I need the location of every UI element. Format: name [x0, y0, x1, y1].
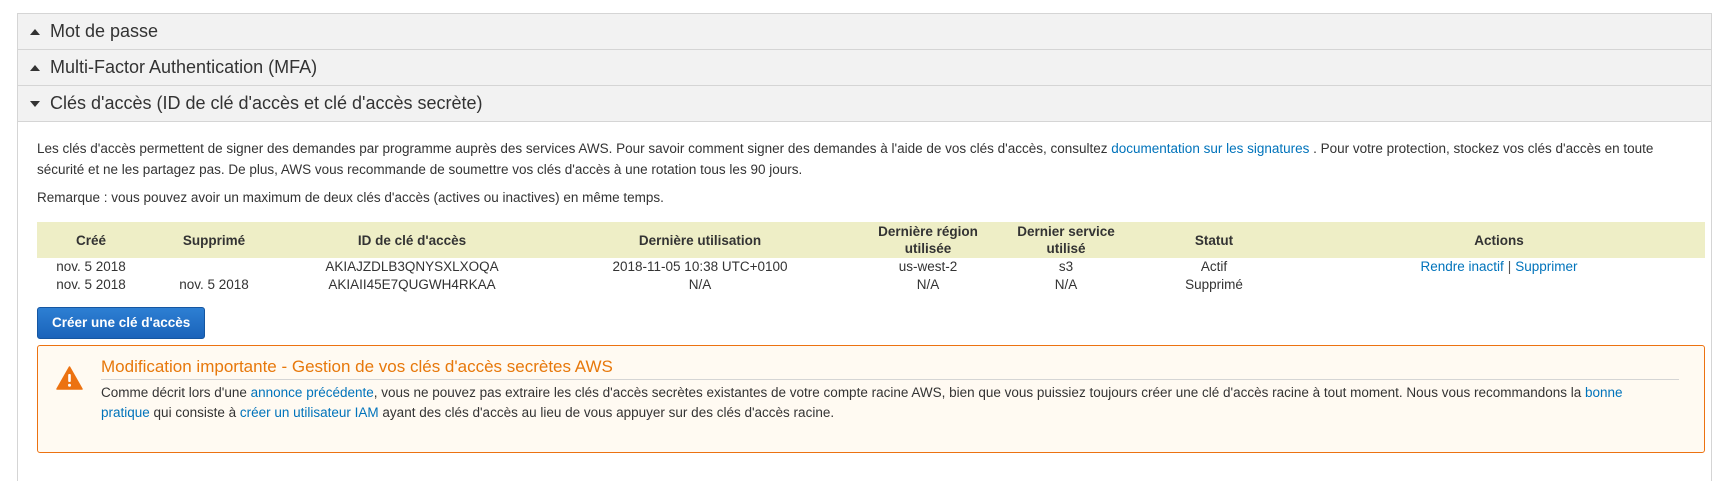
warning-alert: Modification importante - Gestion de vos…	[37, 345, 1705, 453]
cell-deleted	[145, 258, 283, 276]
col-header-last-service: Dernier service utilisé	[1017, 224, 1115, 256]
access-keys-table: Créé Supprimé ID de clé d'accès Dernière…	[37, 222, 1705, 294]
cell-last-service: N/A	[1054, 277, 1078, 292]
triangle-up-icon	[30, 64, 40, 71]
accordion-password-title: Mot de passe	[50, 21, 159, 41]
col-header-deleted: Supprimé	[182, 232, 246, 248]
triangle-down-icon	[30, 100, 40, 107]
accordion-mfa[interactable]: Multi-Factor Authentication (MFA)	[18, 50, 1711, 86]
delete-key-link[interactable]: Supprimer	[1515, 259, 1577, 274]
intro-paragraph: Les clés d'accès permettent de signer de…	[37, 138, 1692, 180]
table-row: nov. 5 2018 nov. 5 2018 AKIAII45E7QUGWH4…	[37, 276, 1705, 294]
cell-status: Actif	[1200, 259, 1228, 274]
cell-created: nov. 5 2018	[56, 259, 126, 274]
signature-docs-link[interactable]: documentation sur les signatures	[1111, 141, 1309, 156]
intro-text-1: Les clés d'accès permettent de signer de…	[37, 141, 1112, 156]
cell-last-region: us-west-2	[898, 259, 958, 274]
cell-last-region: N/A	[916, 277, 940, 292]
col-header-last-used: Dernière utilisation	[638, 232, 762, 248]
cell-status: Supprimé	[1185, 277, 1243, 292]
create-iam-user-link[interactable]: créer un utilisateur IAM	[240, 405, 379, 420]
note-paragraph: Remarque : vous pouvez avoir un maximum …	[37, 190, 664, 205]
cell-last-service: s3	[1058, 259, 1074, 274]
warning-text-4: ayant des clés d'accès au lieu de vous a…	[378, 405, 835, 420]
col-header-last-region: Dernière région utilisée	[878, 224, 978, 256]
warning-text-1: Comme décrit lors d'une	[101, 385, 251, 400]
cell-actions: Rendre inactif | Supprimer	[1293, 258, 1705, 276]
warning-text: Comme décrit lors d'une annonce précéden…	[101, 383, 1664, 423]
cell-last-used: N/A	[688, 277, 712, 292]
accordion-password[interactable]: Mot de passe	[18, 14, 1711, 50]
warning-text-3: qui consiste à	[149, 405, 240, 420]
triangle-up-icon	[30, 28, 40, 35]
warning-triangle-icon	[56, 366, 83, 395]
warning-text-2: , vous ne pouvez pas extraire les clés d…	[373, 385, 1586, 400]
access-keys-body: Les clés d'accès permettent de signer de…	[18, 138, 1711, 453]
deactivate-key-link[interactable]: Rendre inactif	[1420, 259, 1503, 274]
cell-key-id: AKIAJZDLB3QNYSXLXOQA	[325, 259, 499, 274]
create-access-key-button[interactable]: Créer une clé d'accès	[37, 307, 206, 339]
col-header-key-id: ID de clé d'accès	[357, 232, 467, 248]
previous-announcement-link[interactable]: annonce précédente	[251, 385, 374, 400]
col-header-actions: Actions	[1474, 232, 1524, 248]
accordion-access-keys-title: Clés d'accès (ID de clé d'accès et clé d…	[50, 93, 483, 113]
cell-key-id: AKIAII45E7QUGWH4RKAA	[328, 277, 496, 292]
cell-last-used: 2018-11-05 10:38 UTC+0100	[612, 259, 788, 274]
action-separator: |	[1507, 259, 1512, 274]
col-header-status: Statut	[1194, 232, 1234, 248]
table-row: nov. 5 2018 AKIAJZDLB3QNYSXLXOQA 2018-11…	[37, 258, 1705, 276]
iam-security-credentials-panel: Mot de passe Multi-Factor Authentication…	[17, 13, 1712, 481]
col-header-created: Créé	[75, 232, 107, 248]
cell-created: nov. 5 2018	[56, 277, 126, 292]
warning-title: Modification importante - Gestion de vos…	[101, 357, 1679, 380]
cell-actions	[1293, 276, 1705, 294]
accordion-access-keys[interactable]: Clés d'accès (ID de clé d'accès et clé d…	[18, 86, 1711, 122]
table-header-row: Créé Supprimé ID de clé d'accès Dernière…	[37, 222, 1705, 258]
accordion-mfa-title: Multi-Factor Authentication (MFA)	[50, 57, 318, 77]
cell-deleted: nov. 5 2018	[179, 277, 249, 292]
